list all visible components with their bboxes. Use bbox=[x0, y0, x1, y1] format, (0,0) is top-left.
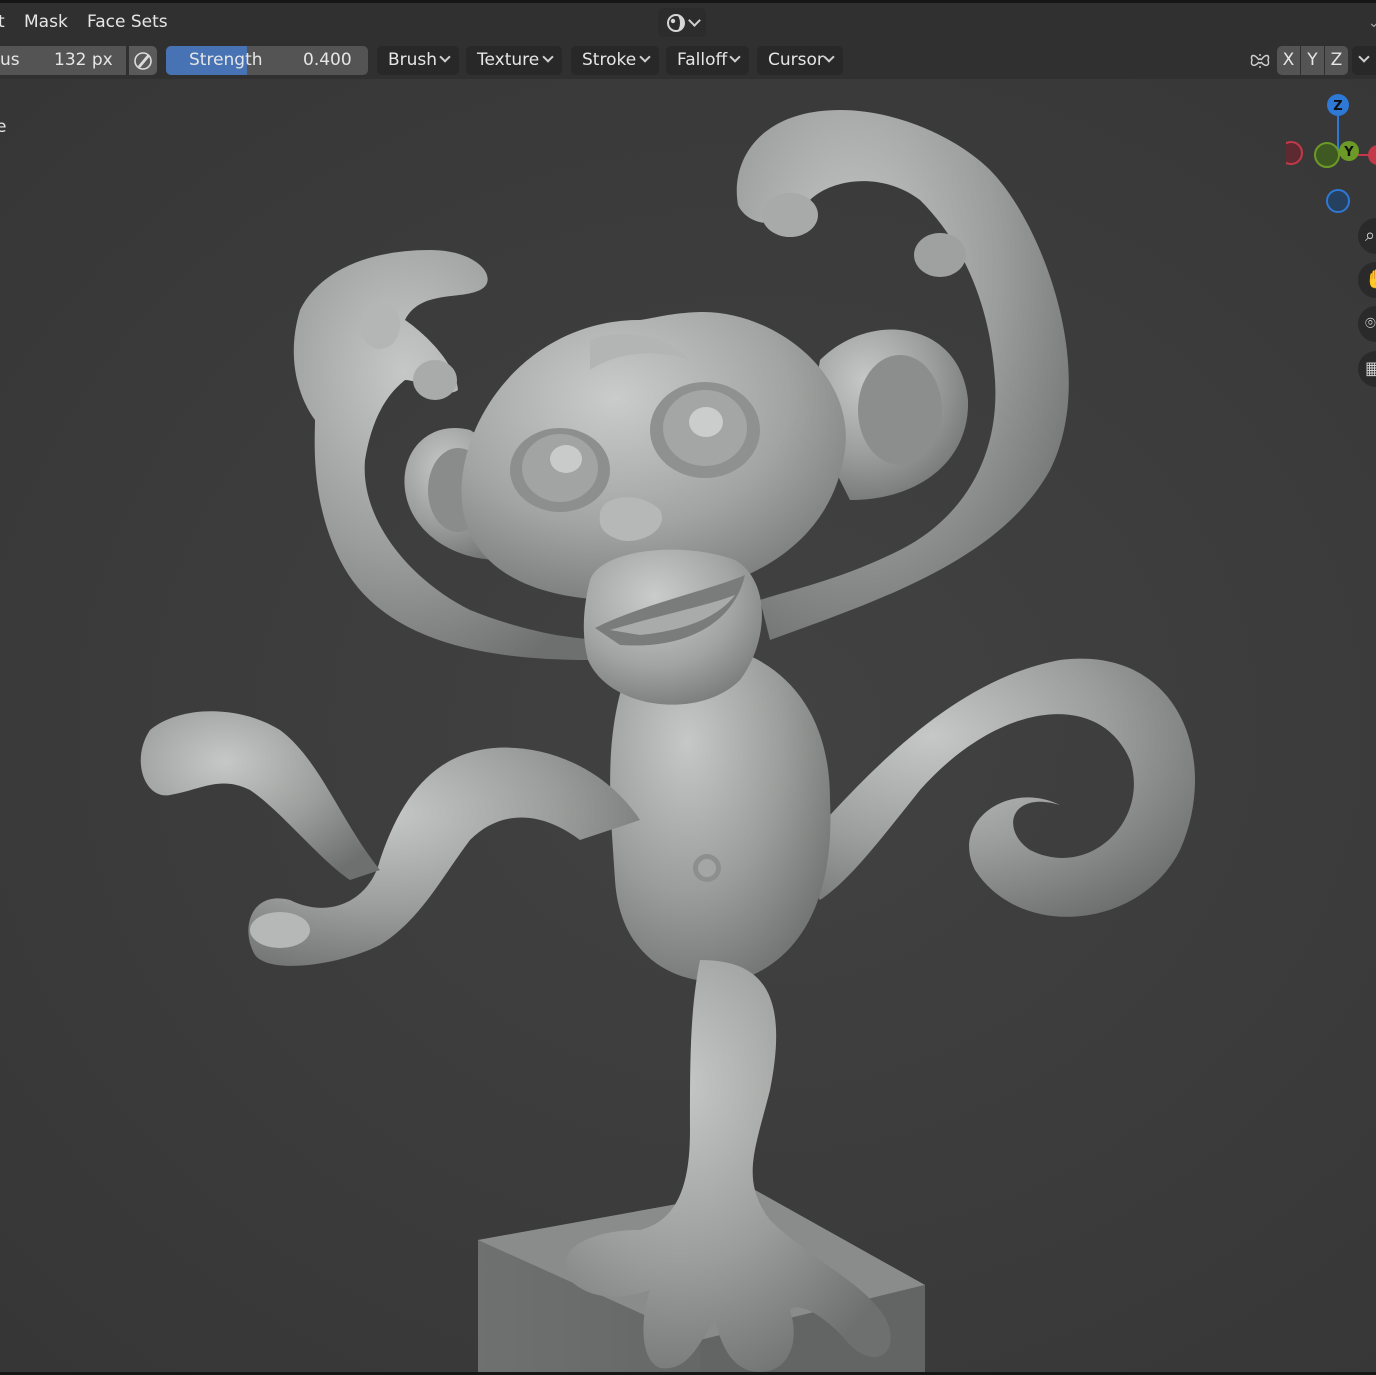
sculpt-model-monkey[interactable] bbox=[0, 79, 1376, 1372]
stroke-dropdown-label: Stroke bbox=[582, 50, 637, 70]
pen-pressure-icon bbox=[134, 52, 152, 70]
chevron-down-icon bbox=[639, 51, 651, 63]
gizmo-neg-y-axis[interactable] bbox=[1314, 142, 1340, 168]
radius-field[interactable]: us 132 px bbox=[0, 46, 126, 75]
menu-mask[interactable]: Mask bbox=[24, 3, 68, 41]
radius-value: 132 px bbox=[54, 50, 113, 70]
gizmo-neg-x-axis[interactable] bbox=[1286, 141, 1303, 165]
symmetry-y-toggle[interactable]: Y bbox=[1301, 46, 1324, 75]
header-edge-icon: ⌄ bbox=[1368, 15, 1376, 31]
3d-viewport[interactable]: e Z Y ⌕ ⌾ ▦ bbox=[0, 79, 1376, 1372]
falloff-dropdown[interactable]: Falloff bbox=[666, 46, 749, 75]
symmetry-z-toggle[interactable]: Z bbox=[1325, 46, 1348, 75]
texture-dropdown[interactable]: Texture bbox=[466, 46, 562, 75]
strength-slider[interactable]: Strength 0.400 bbox=[166, 46, 368, 75]
gizmo-y-label: Y bbox=[1343, 145, 1354, 160]
chevron-down-icon bbox=[1358, 51, 1370, 63]
menu-item-partial[interactable]: t bbox=[0, 3, 5, 41]
navigation-gizmo[interactable]: Z Y bbox=[1286, 89, 1376, 229]
cursor-dropdown[interactable]: Cursor bbox=[757, 46, 843, 75]
tool-settings-bar: us 132 px Strength 0.400 Brush Texture S… bbox=[0, 41, 1376, 79]
brush-dropdown[interactable]: Brush bbox=[377, 46, 459, 75]
symmetry-options-dropdown[interactable] bbox=[1352, 46, 1376, 75]
cursor-dropdown-label: Cursor bbox=[768, 50, 824, 70]
falloff-dropdown-label: Falloff bbox=[677, 50, 728, 70]
chevron-down-icon bbox=[542, 51, 554, 63]
brush-dropdown-label: Brush bbox=[388, 50, 438, 70]
pressure-toggle[interactable] bbox=[129, 46, 157, 75]
strength-label: Strength bbox=[189, 50, 263, 70]
chevron-down-icon bbox=[823, 51, 835, 63]
texture-dropdown-label: Texture bbox=[477, 50, 540, 70]
chevron-down-icon bbox=[439, 51, 451, 63]
viewport-shading-dropdown[interactable] bbox=[658, 8, 706, 37]
menu-face-sets[interactable]: Face Sets bbox=[87, 3, 168, 41]
symmetry-x-toggle[interactable]: X bbox=[1277, 46, 1300, 75]
gizmo-x-axis[interactable] bbox=[1368, 145, 1376, 165]
radius-label: us bbox=[0, 50, 20, 70]
strength-value: 0.400 bbox=[303, 50, 352, 70]
viewport-shading-icon bbox=[666, 13, 685, 32]
gizmo-neg-z-axis[interactable] bbox=[1326, 189, 1350, 213]
chevron-down-icon bbox=[687, 14, 701, 27]
stroke-dropdown[interactable]: Stroke bbox=[571, 46, 659, 75]
gizmo-z-label: Z bbox=[1333, 99, 1342, 114]
chevron-down-icon bbox=[729, 51, 741, 63]
symmetry-butterfly-icon[interactable] bbox=[1249, 50, 1271, 72]
viewport-header: t Mask Face Sets ⌄ bbox=[0, 3, 1376, 41]
